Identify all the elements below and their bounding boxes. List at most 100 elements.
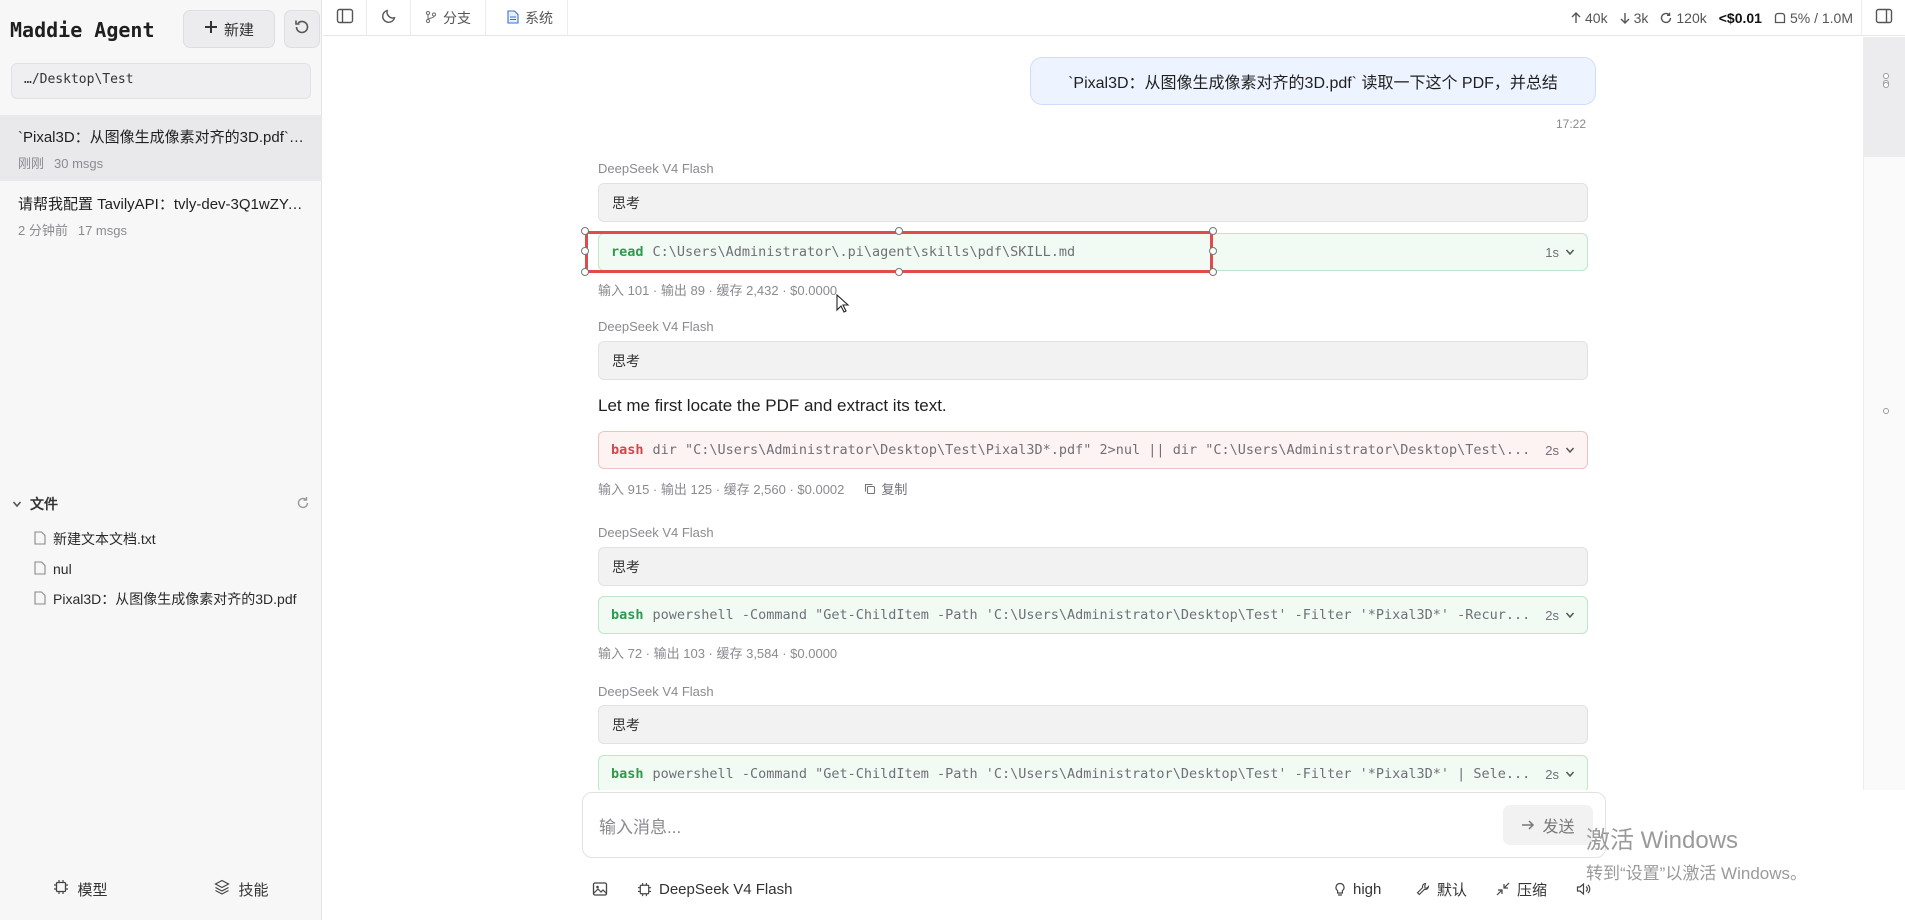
resize-handle[interactable] xyxy=(1209,247,1217,255)
file-name: Pixal3D：从图像生成像素对齐的3D.pdf xyxy=(53,591,297,607)
mouse-cursor-icon xyxy=(836,293,850,318)
thinking-label: 思考 xyxy=(612,352,640,369)
chevron-down-icon[interactable] xyxy=(12,496,22,512)
windows-activation-watermark: 激活 Windows 转到“设置”以激活 Windows。 xyxy=(1586,820,1807,884)
tool-call-bash[interactable]: bash powershell -Command "Get-ChildItem … xyxy=(598,755,1588,790)
usage-line: 输入 915 · 输出 125 · 缓存 2,560 · $0.0002 复制 xyxy=(598,479,907,498)
system-label: 系统 xyxy=(525,10,553,26)
tool-duration: 2s xyxy=(1545,767,1575,782)
send-button[interactable]: 发送 xyxy=(1503,805,1593,845)
tool-command: bash xyxy=(611,607,644,623)
thinking-block[interactable]: 思考 xyxy=(598,547,1588,586)
compress-button[interactable]: 压缩 xyxy=(1496,876,1547,902)
thinking-block[interactable]: 思考 xyxy=(598,705,1588,744)
resize-handle[interactable] xyxy=(1209,268,1217,276)
thinking-level-label: high xyxy=(1353,880,1382,898)
compress-icon xyxy=(1496,882,1510,896)
model-selector[interactable]: DeepSeek V4 Flash xyxy=(637,876,792,902)
tool-call-bash-error[interactable]: bash dir "C:\Users\Administrator\Desktop… xyxy=(598,431,1588,469)
session-item[interactable]: 请帮我配置 TavilyAPI：tvly-dev-3Q1wZY-9... 2 分… xyxy=(0,182,322,248)
scroll-marker[interactable] xyxy=(1883,408,1889,414)
cache-tokens-value: 120k xyxy=(1676,10,1707,26)
sidebar-header: Maddie Agent 新建 xyxy=(10,10,320,50)
file-item[interactable]: Pixal3D：从图像生成像素对齐的3D.pdf xyxy=(34,586,314,612)
chat-scrollbar[interactable] xyxy=(1863,37,1905,790)
models-button[interactable]: 模型 xyxy=(0,874,161,904)
resize-handle[interactable] xyxy=(1209,227,1217,235)
scroll-thumb[interactable] xyxy=(1864,37,1905,157)
toggle-right-panel-button[interactable] xyxy=(1861,0,1905,36)
resize-handle[interactable] xyxy=(895,227,903,235)
workspace-path[interactable]: …/Desktop\Test xyxy=(11,63,311,99)
new-session-label: 新建 xyxy=(223,21,254,39)
right-panel-icon xyxy=(1875,8,1893,28)
input-tokens: 40k xyxy=(1571,10,1608,26)
thinking-level-selector[interactable]: high xyxy=(1334,876,1381,902)
files-section-header[interactable]: 文件 xyxy=(0,492,322,516)
copy-button[interactable]: 复制 xyxy=(864,479,907,498)
resize-handle[interactable] xyxy=(895,268,903,276)
chevron-down-icon[interactable] xyxy=(1565,769,1575,779)
branch-tab[interactable]: 分支 xyxy=(411,0,486,36)
skills-label: 技能 xyxy=(238,881,269,899)
skills-button[interactable]: 技能 xyxy=(161,874,322,904)
scroll-marker[interactable] xyxy=(1883,82,1889,88)
image-icon xyxy=(592,882,608,896)
file-icon xyxy=(34,590,46,608)
layers-icon xyxy=(214,879,231,899)
context-usage: 5% / 1.0M xyxy=(1774,10,1853,26)
file-name: nul xyxy=(53,561,72,577)
refresh-icon xyxy=(1661,12,1672,24)
output-tokens-value: 3k xyxy=(1633,10,1649,26)
chevron-down-icon[interactable] xyxy=(1565,247,1575,257)
arrow-up-icon xyxy=(1571,12,1581,23)
usage-stats: 40k 3k 120k <$0.01 5% / 1.0M xyxy=(1571,0,1853,36)
refresh-files-icon[interactable] xyxy=(296,496,310,513)
cpu-icon xyxy=(637,882,652,896)
resize-handle[interactable] xyxy=(581,268,589,276)
file-icon xyxy=(34,530,46,548)
chevron-down-icon[interactable] xyxy=(1565,610,1575,620)
message-input[interactable]: 输入消息... xyxy=(599,813,681,838)
compress-label: 压缩 xyxy=(1517,881,1548,899)
thinking-block[interactable]: 思考 xyxy=(598,183,1588,222)
thinking-block[interactable]: 思考 xyxy=(598,341,1588,380)
system-tab[interactable]: 系统 xyxy=(493,0,568,36)
resize-handle[interactable] xyxy=(581,247,589,255)
file-item[interactable]: 新建文本文档.txt xyxy=(34,526,314,552)
tool-command: read xyxy=(611,244,644,260)
resize-handle[interactable] xyxy=(581,227,589,235)
session-item-active[interactable]: `Pixal3D：从图像生成像素对齐的3D.pdf` 读取一下这个 PDF，并总… xyxy=(0,115,322,181)
new-session-button[interactable]: 新建 xyxy=(183,10,275,48)
tool-mode-selector[interactable]: 默认 xyxy=(1416,876,1467,902)
plus-icon xyxy=(204,20,218,38)
session-meta: 2 分钟前 17 msgs xyxy=(18,220,304,239)
file-item[interactable]: nul xyxy=(34,556,314,582)
message-composer[interactable]: 输入消息... 发送 xyxy=(582,792,1606,858)
output-tokens: 3k xyxy=(1620,10,1649,26)
tool-args: dir "C:\Users\Administrator\Desktop\Test… xyxy=(652,442,1531,458)
tool-call-bash[interactable]: bash powershell -Command "Get-ChildItem … xyxy=(598,596,1588,634)
usage-text: 输入 72 · 输出 103 · 缓存 3,584 · $0.0000 xyxy=(598,646,838,661)
usage-text: 输入 915 · 输出 125 · 缓存 2,560 · $0.0002 xyxy=(598,482,845,497)
tool-args: powershell -Command "Get-ChildItem -Path… xyxy=(652,766,1531,782)
tool-command: bash xyxy=(611,766,644,782)
voice-button[interactable] xyxy=(1576,876,1591,902)
attach-image-button[interactable] xyxy=(592,876,608,902)
history-button[interactable] xyxy=(284,10,320,48)
tool-duration: 2s xyxy=(1545,443,1575,458)
session-cost: <$0.01 xyxy=(1718,10,1762,26)
theme-toggle-button[interactable] xyxy=(367,0,411,36)
tool-duration-value: 2s xyxy=(1545,442,1559,458)
session-msg-count: 30 msgs xyxy=(54,156,104,171)
tool-call-read[interactable]: read C:\Users\Administrator\.pi\agent\sk… xyxy=(598,233,1588,271)
scroll-marker[interactable] xyxy=(1883,73,1889,79)
tool-command: bash xyxy=(611,442,644,458)
top-bar: 分支 系统 40k 3k 120k <$0.01 5% / 1.0M xyxy=(323,0,1905,36)
session-time: 刚刚 xyxy=(18,156,45,171)
watermark-subtitle: 转到“设置”以激活 Windows。 xyxy=(1586,864,1808,883)
sidebar-icon xyxy=(336,8,354,28)
watermark-title: 激活 Windows xyxy=(1586,827,1739,854)
toggle-sidebar-button[interactable] xyxy=(323,0,367,36)
chevron-down-icon[interactable] xyxy=(1565,445,1575,455)
